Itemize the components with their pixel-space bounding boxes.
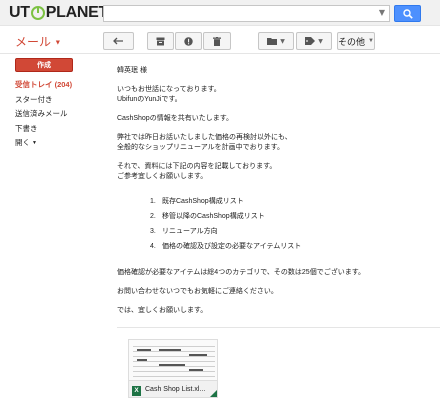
- sidebar-item-more-label: 開く: [15, 138, 30, 148]
- email-line: それで、資料には下記の内容を記載しております。: [117, 163, 277, 170]
- list-item: 4. 価格の確認及び設定の必要なアイテムリスト: [150, 243, 302, 250]
- mail-label: メール: [15, 35, 52, 49]
- sidebar-item-starred[interactable]: スター付き: [15, 93, 72, 108]
- delete-button[interactable]: [203, 32, 231, 50]
- labels-chevron-icon: ▼: [318, 37, 323, 45]
- more-label: その他: [338, 36, 366, 47]
- trash-icon: [213, 36, 221, 46]
- email-line: 弊社では昨日お話いたしました価格の再検討以外にも、: [117, 134, 292, 141]
- report-spam-button[interactable]: [175, 32, 202, 50]
- attachment-name-bar: X Cash Shop List.xl...: [129, 380, 217, 397]
- report-spam-icon: [184, 36, 193, 46]
- sidebar-nav: 受信トレイ (204) スター付き 送信済みメール 下書き 開く ▼: [15, 78, 72, 151]
- more-button[interactable]: その他 ▼: [337, 32, 375, 50]
- logo-ring-icon: [30, 6, 45, 20]
- list-item: 2. 移管以降のCashShop構成リスト: [150, 213, 265, 220]
- email-line: ご参考宜しくお願いします。: [117, 173, 208, 180]
- search-button[interactable]: [394, 5, 421, 22]
- search-input[interactable]: ▼: [103, 5, 390, 22]
- archive-button[interactable]: [147, 32, 174, 50]
- archive-icon: [156, 37, 165, 45]
- attachment-preview: [129, 340, 217, 380]
- search-icon: [403, 9, 413, 19]
- email-line: CashShopの情報を共有いたします。: [117, 115, 233, 122]
- mail-menu[interactable]: メール ▼: [15, 33, 61, 50]
- attachment-card[interactable]: X Cash Shop List.xl...: [128, 339, 218, 398]
- attachment-filename: Cash Shop List.xl...: [145, 386, 206, 393]
- email-list: 1. 既存CashShop構成リスト 2. 移管以降のCashShop構成リスト 3…: [150, 197, 437, 257]
- logo-prefix: UT: [9, 4, 30, 21]
- move-to-button[interactable]: ▼: [258, 32, 294, 50]
- logo[interactable]: UT PLANET: [9, 4, 108, 22]
- list-item: 1. 既存CashShop構成リスト: [150, 198, 244, 205]
- compose-button[interactable]: 作成: [15, 58, 73, 72]
- excel-file-icon: X: [132, 386, 141, 396]
- back-arrow-icon: [113, 37, 123, 45]
- email-line: 全般的なショップリニューアルを計画中でおります。: [117, 144, 284, 151]
- sidebar-item-sent[interactable]: 送信済みメール: [15, 107, 72, 122]
- email-line: お問い合わせないつでもお気軽にご連絡ください。: [117, 288, 278, 295]
- top-bar: UT PLANET ▼: [0, 0, 440, 26]
- divider: [117, 327, 440, 328]
- toolbar: メール ▼ ▼ ▼ その他 ▼: [0, 28, 440, 54]
- email-line: 価格確認が必要なアイテムは総4つのカテゴリで、その数は25個でございます。: [117, 269, 365, 276]
- sidebar-item-more[interactable]: 開く ▼: [15, 136, 72, 151]
- attachment-corner-icon: [208, 388, 217, 397]
- sidebar-item-inbox[interactable]: 受信トレイ (204): [15, 78, 72, 93]
- email-body: 韓英珉 様 いつもお世話になっております。 UbifunのYunJiです。 Ca…: [117, 66, 437, 316]
- folder-icon: [267, 38, 278, 45]
- email-line: UbifunのYunJiです。: [117, 96, 182, 103]
- logo-suffix: PLANET: [45, 4, 109, 21]
- chevron-down-icon: ▼: [54, 39, 62, 47]
- list-item: 3. リニューアル方向: [150, 228, 218, 235]
- email-greeting: 韓英珉 様: [117, 67, 147, 74]
- email-line: いつもお世話になっております。: [117, 86, 221, 93]
- chevron-down-icon: ▼: [32, 140, 37, 146]
- label-tag-icon: [305, 37, 316, 45]
- labels-button[interactable]: ▼: [296, 32, 332, 50]
- sidebar-item-drafts[interactable]: 下書き: [15, 122, 72, 137]
- email-line: では、宜しくお願いします。: [117, 307, 208, 314]
- back-button[interactable]: [103, 32, 134, 50]
- more-chevron-icon: ▼: [368, 38, 374, 44]
- move-chevron-icon: ▼: [280, 37, 285, 45]
- search-options-caret-icon[interactable]: ▼: [379, 8, 385, 17]
